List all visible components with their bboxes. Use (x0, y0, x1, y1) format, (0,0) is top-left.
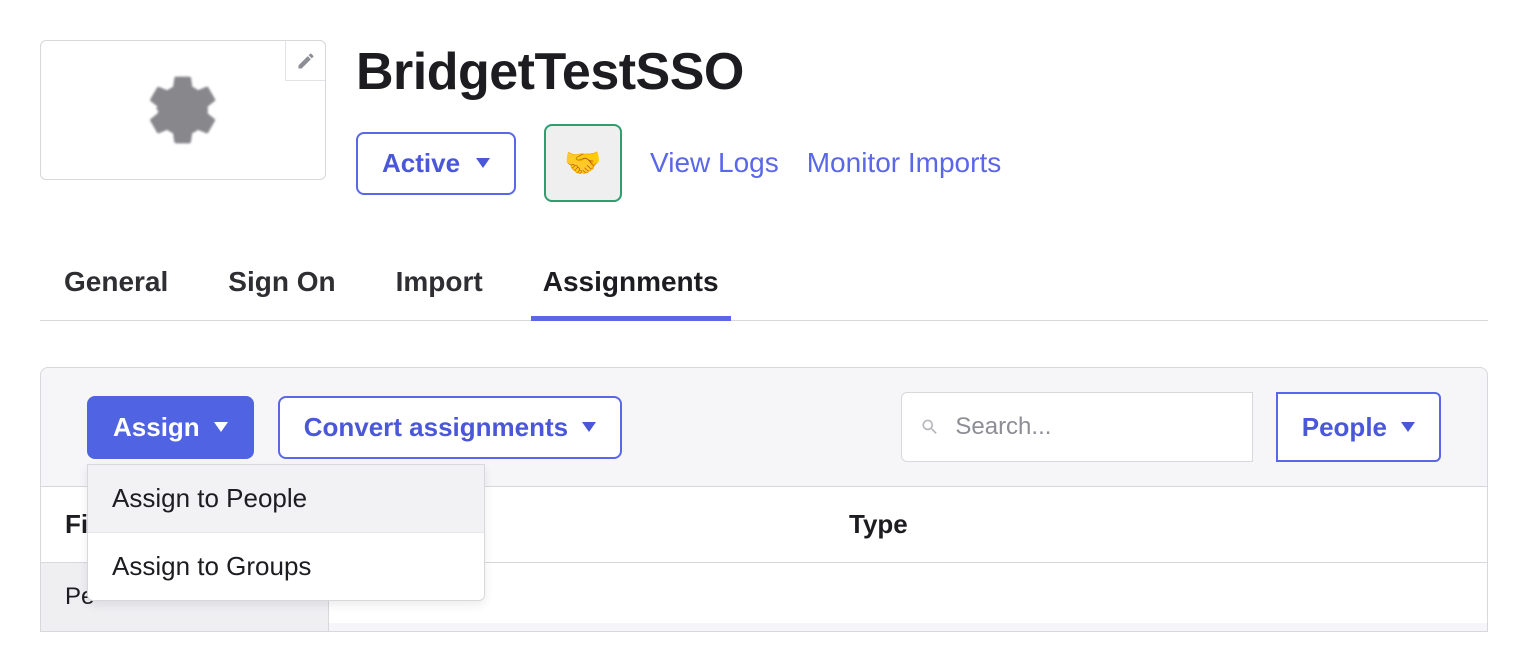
search-icon (920, 416, 940, 438)
pencil-icon (296, 51, 316, 71)
tab-sign-on[interactable]: Sign On (228, 256, 335, 320)
handshake-icon: 🤝 (564, 146, 601, 181)
app-title: BridgetTestSSO (356, 42, 1488, 102)
view-logs-link[interactable]: View Logs (650, 147, 779, 179)
handshake-button[interactable]: 🤝 (544, 124, 622, 202)
chevron-down-icon (582, 422, 596, 432)
assign-label: Assign (113, 412, 200, 443)
people-filter-dropdown[interactable]: People (1276, 392, 1441, 462)
search-box[interactable] (901, 392, 1253, 462)
assign-to-people-item[interactable]: Assign to People (88, 465, 484, 533)
assign-dropdown-button[interactable]: Assign (87, 396, 254, 459)
app-logo-box (40, 40, 326, 180)
people-label: People (1302, 412, 1387, 443)
gear-icon (143, 70, 223, 150)
tab-bar: General Sign On Import Assignments (40, 256, 1488, 321)
search-input[interactable] (953, 412, 1233, 442)
tab-assignments[interactable]: Assignments (543, 256, 719, 320)
status-label: Active (382, 148, 460, 179)
assign-to-groups-item[interactable]: Assign to Groups (88, 533, 484, 600)
chevron-down-icon (476, 158, 490, 168)
edit-logo-button[interactable] (285, 41, 325, 81)
convert-label: Convert assignments (304, 412, 568, 443)
assign-dropdown-menu: Assign to People Assign to Groups (87, 464, 485, 601)
assignments-table-body (329, 563, 1487, 623)
tab-general[interactable]: General (64, 256, 168, 320)
status-dropdown[interactable]: Active (356, 132, 516, 195)
chevron-down-icon (1401, 422, 1415, 432)
tab-import[interactable]: Import (396, 256, 483, 320)
convert-assignments-button[interactable]: Convert assignments (278, 396, 622, 459)
chevron-down-icon (214, 422, 228, 432)
assignments-panel: Assign Convert assignments People Assign… (40, 367, 1488, 632)
monitor-imports-link[interactable]: Monitor Imports (807, 147, 1002, 179)
column-header-type: Type (329, 486, 1487, 563)
